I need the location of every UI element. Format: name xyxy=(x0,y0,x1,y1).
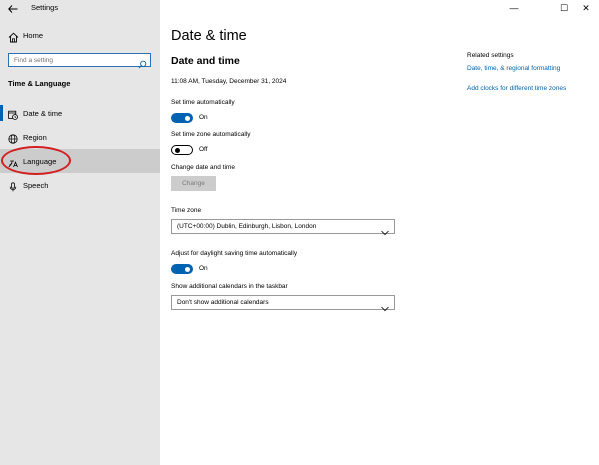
search-field[interactable] xyxy=(8,53,151,69)
add-clocks-link[interactable]: Add clocks for different time zones xyxy=(467,85,566,92)
related-settings-heading: Related settings xyxy=(467,52,514,59)
active-indicator xyxy=(0,105,3,121)
sidebar-item-home[interactable]: Home xyxy=(0,28,160,44)
close-button[interactable]: ✕ xyxy=(580,3,592,14)
set-timezone-auto-label: Set time zone automatically xyxy=(171,131,251,138)
sidebar-item-label: Home xyxy=(23,31,44,40)
daylight-saving-label: Adjust for daylight saving time automati… xyxy=(171,250,298,257)
sidebar-item-date-time[interactable]: Date & time xyxy=(0,101,160,125)
search-input[interactable] xyxy=(14,56,134,65)
home-icon xyxy=(8,30,19,43)
set-time-auto-state: On xyxy=(199,114,208,121)
sidebar-item-region[interactable]: Region xyxy=(0,125,160,149)
microphone-icon xyxy=(8,179,18,192)
sidebar-section-heading: Time & Language xyxy=(8,79,71,88)
set-timezone-auto-toggle[interactable] xyxy=(171,145,193,155)
sidebar: Settings Home Time & Language Date & tim… xyxy=(0,0,160,465)
title-bar-left: Settings xyxy=(0,0,160,18)
time-zone-label: Time zone xyxy=(171,207,202,214)
search-icon[interactable] xyxy=(138,56,147,69)
globe-icon xyxy=(8,131,18,144)
page-title: Date & time xyxy=(171,28,247,44)
regional-formatting-link[interactable]: Date, time, & regional formatting xyxy=(467,65,560,72)
sidebar-item-label: Region xyxy=(23,133,47,142)
additional-calendars-dropdown[interactable]: Don't show additional calendars xyxy=(171,295,395,312)
additional-calendars-value: Don't show additional calendars xyxy=(177,299,269,306)
current-datetime: 11:08 AM, Tuesday, December 31, 2024 xyxy=(171,78,287,85)
time-zone-value: (UTC+00:00) Dublin, Edinburgh, Lisbon, L… xyxy=(177,223,317,230)
chevron-down-icon xyxy=(381,299,389,312)
daylight-saving-state: On xyxy=(199,265,208,272)
set-time-auto-toggle[interactable] xyxy=(171,113,193,123)
daylight-saving-toggle[interactable] xyxy=(171,264,193,274)
annotation-circle xyxy=(1,146,71,175)
calendar-clock-icon xyxy=(8,107,18,120)
back-arrow-icon[interactable] xyxy=(6,2,20,16)
change-datetime-label: Change date and time xyxy=(171,164,235,171)
app-title: Settings xyxy=(31,3,59,12)
sidebar-item-label: Speech xyxy=(23,181,49,190)
maximize-button[interactable]: ☐ xyxy=(558,3,570,14)
chevron-down-icon xyxy=(381,223,389,236)
section-title: Date and time xyxy=(171,55,240,67)
sidebar-item-speech[interactable]: Speech xyxy=(0,173,160,197)
set-time-auto-label: Set time automatically xyxy=(171,99,235,106)
minimize-button[interactable]: — xyxy=(508,3,520,13)
sidebar-item-label: Date & time xyxy=(23,109,63,118)
time-zone-dropdown[interactable]: (UTC+00:00) Dublin, Edinburgh, Lisbon, L… xyxy=(171,219,395,236)
additional-calendars-label: Show additional calendars in the taskbar xyxy=(171,283,288,290)
change-button[interactable]: Change xyxy=(171,176,216,191)
set-timezone-auto-state: Off xyxy=(199,146,208,153)
